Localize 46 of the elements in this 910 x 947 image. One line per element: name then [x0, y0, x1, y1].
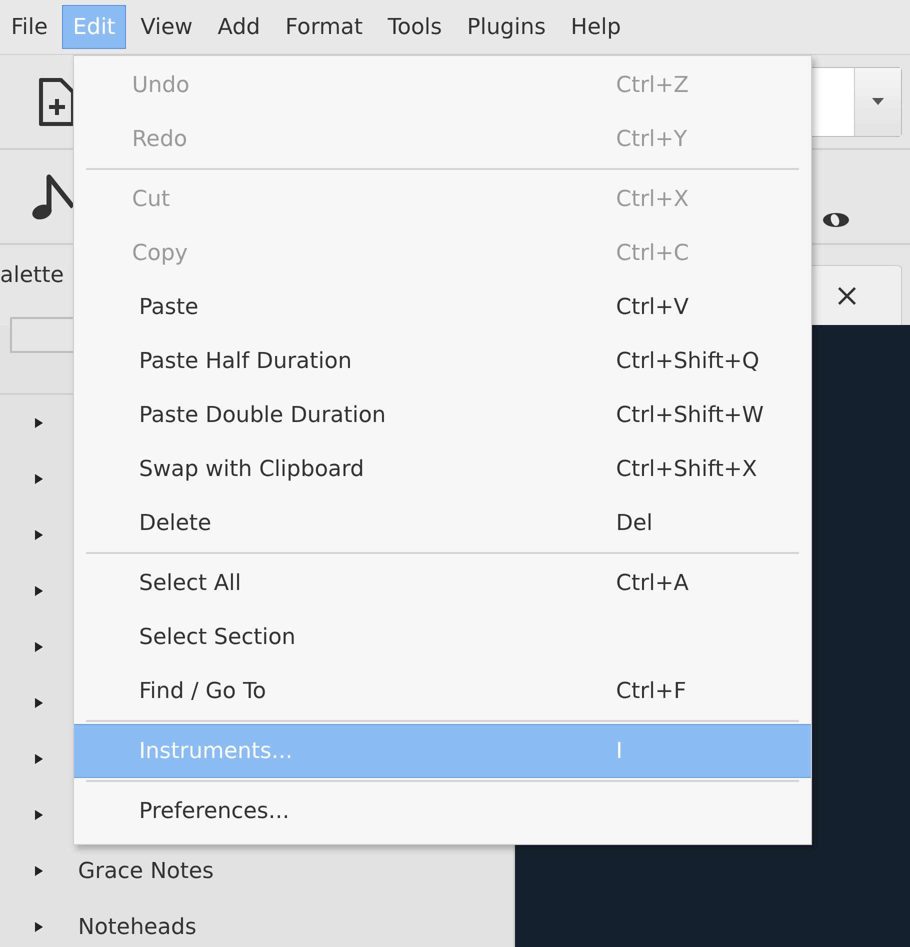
- menu-item[interactable]: Find / Go To Ctrl+F: [74, 664, 811, 718]
- shortcut-label: Ctrl+V: [616, 294, 690, 320]
- menu-bar-item[interactable]: View: [129, 5, 204, 49]
- shortcut-label: Ctrl+X: [616, 186, 690, 212]
- panel-title: alette: [0, 263, 64, 288]
- palette-item[interactable]: Noteheads: [78, 914, 196, 940]
- close-icon[interactable]: [837, 286, 857, 306]
- menu-item[interactable]: Preferences...: [74, 784, 811, 838]
- menu-item[interactable]: Select Section: [74, 610, 811, 664]
- shortcut-label: Ctrl+Z: [616, 72, 690, 98]
- expand-arrow-icon[interactable]: [34, 530, 44, 540]
- menu-bar-item[interactable]: File: [0, 5, 59, 49]
- expand-arrow-icon[interactable]: [34, 418, 44, 428]
- menu-item[interactable]: Swap with Clipboard Ctrl+Shift+X: [74, 442, 811, 496]
- expand-arrow-icon[interactable]: [34, 810, 44, 820]
- whole-note-icon[interactable]: [822, 212, 850, 228]
- shortcut-label: Ctrl+Shift+X: [616, 456, 758, 482]
- expand-arrow-icon[interactable]: [34, 698, 44, 708]
- menu-bar-item[interactable]: Tools: [376, 5, 453, 49]
- menu-bar-item[interactable]: Plugins: [456, 5, 557, 49]
- shortcut-label: Ctrl+Shift+W: [616, 402, 765, 428]
- expand-arrow-icon[interactable]: [34, 754, 44, 764]
- menu-item[interactable]: Paste Double Duration Ctrl+Shift+W: [74, 388, 811, 442]
- shortcut-label: Ctrl+F: [616, 678, 688, 704]
- shortcut-label: Ctrl+A: [616, 570, 690, 596]
- caret-icon: [872, 98, 884, 106]
- eighth-note-icon[interactable]: [30, 172, 76, 220]
- shortcut-label: Ctrl+Y: [616, 126, 688, 152]
- expand-arrow-icon[interactable]: [34, 866, 44, 876]
- shortcut-label: Ctrl+C: [616, 240, 690, 266]
- expand-arrow-icon[interactable]: [34, 642, 44, 652]
- expand-arrow-icon[interactable]: [34, 586, 44, 596]
- menu-bar-item[interactable]: Add: [206, 5, 272, 49]
- menu-item[interactable]: Select All Ctrl+A: [74, 556, 811, 610]
- shortcut-label: Ctrl+Shift+Q: [616, 348, 760, 374]
- expand-arrow-icon[interactable]: [34, 922, 44, 932]
- menu-bar-item[interactable]: Format: [274, 5, 374, 49]
- menu-bar-item[interactable]: Help: [560, 5, 632, 49]
- expand-arrow-icon[interactable]: [34, 474, 44, 484]
- new-file-icon[interactable]: [38, 76, 76, 126]
- palette-item[interactable]: Grace Notes: [78, 858, 214, 884]
- menu-item[interactable]: Delete Del: [74, 496, 811, 550]
- shortcut-label: I: [616, 738, 624, 764]
- menu-item[interactable]: Paste Ctrl+V: [74, 280, 811, 334]
- shortcut-label: Del: [616, 510, 654, 536]
- menu-item[interactable]: Paste Half Duration Ctrl+Shift+Q: [74, 334, 811, 388]
